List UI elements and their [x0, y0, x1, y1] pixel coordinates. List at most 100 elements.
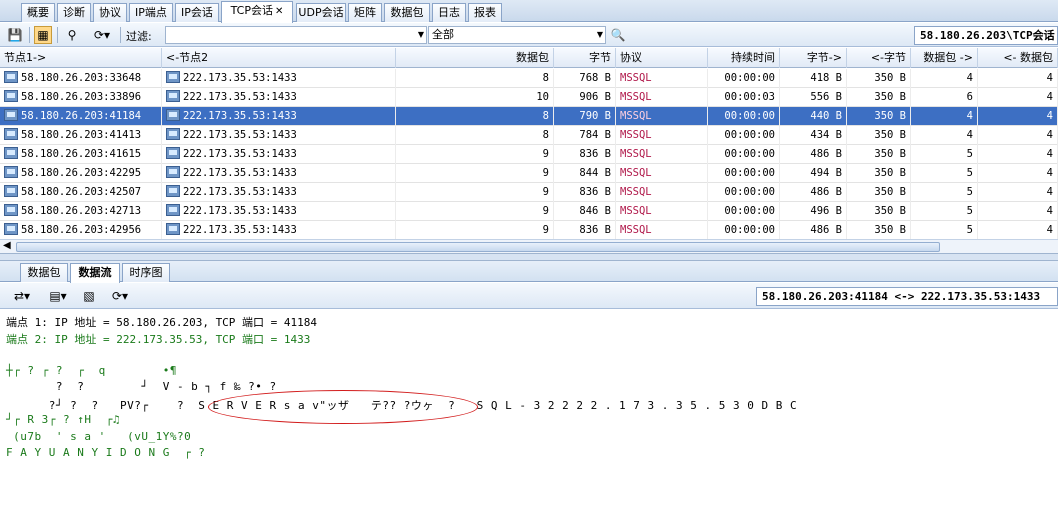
table-row[interactable]: 58.180.26.203:42956 222.173.35.53:1433 9 83…	[0, 221, 1058, 239]
tab-label: 时序图	[129, 266, 163, 279]
cell-node2: 222.173.35.53:1433	[162, 107, 396, 126]
filter-input[interactable]: ▼	[165, 26, 427, 44]
cell-text: 8	[542, 72, 549, 84]
tab-overview[interactable]: 概要	[21, 3, 55, 22]
tab-packets[interactable]: 数据包	[384, 3, 430, 22]
scope-select[interactable]: 全部 ▼	[428, 26, 606, 44]
table-row[interactable]: 58.180.26.203:42295 222.173.35.53:1433 9 84…	[0, 164, 1058, 183]
cell-text: 4	[1046, 224, 1053, 236]
tab-sequence-diagram[interactable]: 时序图	[122, 263, 170, 282]
col-bytes[interactable]: 字节	[554, 48, 616, 68]
cell-text: 222.173.35.53:1433	[183, 186, 297, 198]
export-icon[interactable]: ▧	[80, 287, 98, 305]
tab-label: UDP会话	[298, 6, 344, 19]
tab-ip-endpoint[interactable]: IP端点	[129, 3, 173, 22]
close-icon[interactable]: ✕	[275, 6, 283, 17]
col-packets-in[interactable]: <- 数据包	[978, 48, 1058, 68]
filter-icon[interactable]: ⚲	[63, 26, 81, 44]
cell-node2: 222.173.35.53:1433	[162, 202, 396, 221]
cell-node2: 222.173.35.53:1433	[162, 145, 396, 164]
cell-text: 4	[1046, 186, 1053, 198]
cell-text: 836 B	[579, 224, 611, 236]
tab-matrix[interactable]: 矩阵	[348, 3, 382, 22]
network-node-icon	[166, 223, 180, 235]
table-row[interactable]: 58.180.26.203:42507 222.173.35.53:1433 9 83…	[0, 183, 1058, 202]
col-node1[interactable]: 节点1->	[0, 48, 162, 68]
col-duration[interactable]: 持续时间	[708, 48, 780, 68]
network-node-icon	[4, 166, 18, 178]
cell-text: 58.180.26.203:41615	[21, 148, 142, 160]
col-protocol[interactable]: 协议	[616, 48, 708, 68]
table-row[interactable]: 58.180.26.203:41184 222.173.35.53:1433 8 79…	[0, 107, 1058, 126]
col-packets[interactable]: 数据包	[396, 48, 554, 68]
cell-text: 4	[966, 129, 973, 141]
cell-node1: 58.180.26.203:42713	[0, 202, 162, 221]
cell-text: 434 B	[810, 129, 842, 141]
search-icon[interactable]: 🔍	[609, 26, 627, 44]
tab-diagnosis[interactable]: 诊断	[57, 3, 91, 22]
cell-text: 222.173.35.53:1433	[183, 72, 297, 84]
tab-packet-detail[interactable]: 数据包	[20, 263, 68, 282]
cell-duration: 00:00:00	[708, 183, 780, 202]
cell-packets: 9	[396, 164, 554, 183]
cell-protocol: MSSQL	[616, 164, 708, 183]
scrollbar-thumb[interactable]	[16, 242, 940, 252]
cell-packets: 9	[396, 183, 554, 202]
table-row[interactable]: 58.180.26.203:41615 222.173.35.53:1433 9 83…	[0, 145, 1058, 164]
cell-packets-out: 5	[911, 164, 978, 183]
cell-packets: 9	[396, 221, 554, 239]
col-node2[interactable]: <-节点2	[162, 48, 396, 68]
tab-data-stream[interactable]: 数据流	[70, 263, 120, 283]
cell-text: 350 B	[874, 186, 906, 198]
data-stream-view[interactable]: 端点 1: IP 地址 = 58.180.26.203, TCP 端口 = 41…	[0, 310, 1058, 522]
cell-protocol: MSSQL	[616, 202, 708, 221]
cell-bytes-out: 486 B	[780, 183, 847, 202]
cell-text: 4	[1046, 148, 1053, 160]
refresh-icon[interactable]: ⟳▾	[106, 287, 134, 305]
cell-bytes-in: 350 B	[847, 88, 911, 107]
table-row[interactable]: 58.180.26.203:42713 222.173.35.53:1433 9 84…	[0, 202, 1058, 221]
cell-packets-out: 4	[911, 126, 978, 145]
cell-text: 00:00:00	[724, 148, 775, 160]
cell-text: 58.180.26.203:41413	[21, 129, 142, 141]
col-bytes-out[interactable]: 字节->	[780, 48, 847, 68]
cell-bytes-out: 556 B	[780, 88, 847, 107]
network-node-icon	[166, 128, 180, 140]
cell-packets: 8	[396, 69, 554, 88]
tab-ip-session[interactable]: IP会话	[175, 3, 219, 22]
pane-splitter[interactable]	[0, 253, 1058, 261]
cell-bytes: 790 B	[554, 107, 616, 126]
cell-duration: 00:00:00	[708, 69, 780, 88]
col-bytes-in[interactable]: <-字节	[847, 48, 911, 68]
payload-line: (u7b ' s a ' (vU_1Y%?0	[6, 430, 192, 443]
view-mode-icon[interactable]: ▤▾	[44, 287, 72, 305]
table-row[interactable]: 58.180.26.203:41413 222.173.35.53:1433 8 78…	[0, 126, 1058, 145]
tab-tcp-session[interactable]: TCP会话 ✕	[221, 1, 293, 23]
direction-icon[interactable]: ⇄▾	[8, 287, 36, 305]
horizontal-scrollbar[interactable]: ◀	[0, 239, 1058, 253]
cell-text: 58.180.26.203:42295	[21, 167, 142, 179]
cell-bytes: 836 B	[554, 183, 616, 202]
network-node-icon	[4, 223, 18, 235]
cell-text: 5	[966, 224, 973, 236]
cell-text: 836 B	[579, 186, 611, 198]
tab-protocol[interactable]: 协议	[93, 3, 127, 22]
tab-udp-session[interactable]: UDP会话	[296, 3, 346, 22]
cell-text: 4	[966, 72, 973, 84]
table-row[interactable]: 58.180.26.203:33896 222.173.35.53:1433 10 9…	[0, 88, 1058, 107]
cell-duration: 00:00:00	[708, 107, 780, 126]
cell-bytes-out: 434 B	[780, 126, 847, 145]
node-view-icon[interactable]: ▦	[34, 26, 52, 44]
save-icon[interactable]: 💾	[6, 26, 24, 44]
cell-text: 222.173.35.53:1433	[183, 148, 297, 160]
cell-text: 00:00:00	[724, 129, 775, 141]
cell-text: 844 B	[579, 167, 611, 179]
table-row[interactable]: 58.180.26.203:33648 222.173.35.53:1433 8 76…	[0, 69, 1058, 88]
tab-report[interactable]: 报表	[468, 3, 502, 22]
refresh-icon[interactable]: ⟳▾	[88, 26, 116, 44]
chevron-down-icon[interactable]: ▼	[597, 27, 603, 43]
col-packets-out[interactable]: 数据包 ->	[911, 48, 978, 68]
chevron-down-icon[interactable]: ▼	[418, 27, 424, 43]
tab-log[interactable]: 日志	[432, 3, 466, 22]
scroll-left-icon[interactable]: ◀	[3, 240, 11, 251]
